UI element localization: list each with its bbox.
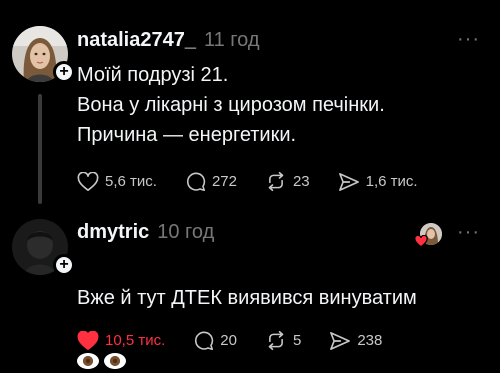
follow-plus-icon[interactable]: + — [53, 254, 75, 276]
post-header: natalia2747_ 11 год — [77, 29, 260, 52]
repost-count: 5 — [292, 332, 302, 349]
reply-post: + dmytric 10 год ··· Вже й тут ДТЕК вияв… — [0, 205, 500, 373]
action-bar: 5,6 тис. 272 23 1,6 тис. — [77, 171, 446, 192]
eye-emoji-right — [104, 352, 126, 369]
comment-count: 20 — [220, 332, 237, 349]
share-count: 238 — [357, 332, 383, 349]
eye-emoji-left — [77, 352, 99, 369]
timestamp: 11 год — [203, 29, 260, 51]
share-icon — [330, 331, 351, 350]
repost-icon — [268, 171, 284, 192]
heart-icon — [77, 171, 99, 191]
comment-icon — [186, 172, 206, 192]
repost-button[interactable]: 23 — [265, 171, 310, 192]
post-text: Моїй подрузі 21. Вона у лікарні з цирозо… — [77, 64, 385, 146]
comment-button[interactable]: 20 — [193, 330, 237, 351]
eyes-emoji — [77, 352, 126, 369]
more-icon[interactable]: ··· — [457, 28, 480, 51]
share-button[interactable]: 238 — [329, 331, 382, 351]
repost-count: 23 — [292, 173, 310, 190]
post-text: Вже й тут ДТЕК виявився винуватим — [77, 253, 417, 373]
username[interactable]: natalia2747_ — [77, 29, 196, 52]
author-liked-heart-icon — [414, 235, 428, 248]
post-text-content: Вже й тут ДТЕК виявився винуватим — [77, 287, 417, 309]
heart-filled-icon — [77, 330, 99, 350]
comment-button[interactable]: 272 — [185, 171, 237, 192]
follow-plus-icon[interactable]: + — [53, 61, 75, 83]
comment-icon — [195, 331, 214, 351]
username[interactable]: dmytric — [77, 221, 149, 244]
thread-line — [38, 94, 42, 204]
avatar[interactable]: + — [12, 219, 75, 276]
share-button[interactable]: 1,6 тис. — [338, 172, 418, 192]
more-icon[interactable]: ··· — [457, 221, 480, 244]
like-button[interactable]: 10,5 тис. — [77, 330, 166, 351]
action-bar: 10,5 тис. 20 5 238 — [77, 330, 410, 351]
post-header: dmytric 10 год — [77, 221, 214, 244]
thread-post: + natalia2747_ 11 год ··· Моїй подрузі 2… — [0, 0, 500, 205]
comment-count: 272 — [211, 173, 237, 190]
like-button[interactable]: 5,6 тис. — [77, 171, 157, 192]
repost-button[interactable]: 5 — [265, 330, 301, 351]
share-icon — [338, 172, 359, 191]
share-count: 1,6 тис. — [365, 173, 418, 190]
like-count: 5,6 тис. — [105, 173, 157, 190]
like-count: 10,5 тис. — [105, 332, 166, 349]
avatar[interactable]: + — [12, 26, 75, 83]
timestamp: 10 год — [157, 221, 215, 243]
repost-icon — [268, 330, 284, 351]
